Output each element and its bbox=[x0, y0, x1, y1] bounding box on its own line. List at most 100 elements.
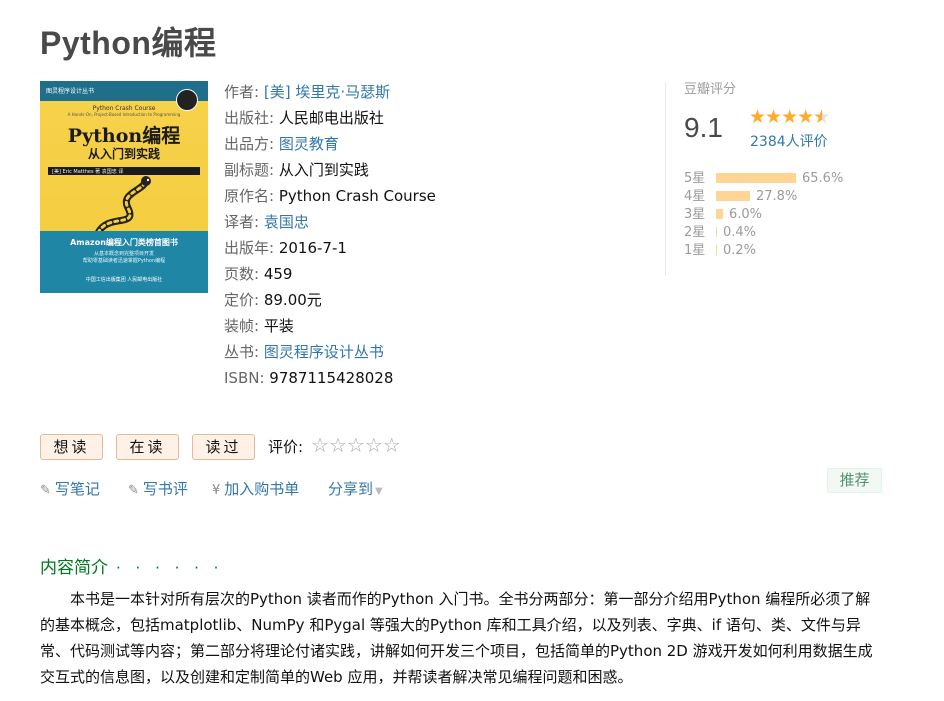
info-value: 9787115428028 bbox=[269, 369, 394, 387]
info-label: 装帧: bbox=[224, 317, 260, 335]
rating-row-1[interactable]: 1星 0.2% bbox=[684, 242, 843, 260]
cover-en-subtitle: A Hands-On, Project-Based Introduction t… bbox=[67, 112, 181, 117]
cover-promo-sub2: 帮助零基础读者迅速掌握Python编程 bbox=[82, 258, 166, 264]
rating-bar bbox=[716, 172, 796, 183]
share-label: 分享到 bbox=[328, 480, 374, 498]
rating-score: 9.1 bbox=[684, 112, 723, 143]
producer-link[interactable]: 图灵教育 bbox=[279, 135, 339, 153]
info-subtitle-row: 副标题: 从入门到实践 bbox=[224, 157, 436, 183]
rating-title: 豆瓣评分 bbox=[684, 82, 737, 97]
cover-en-title: Python Crash Course bbox=[92, 105, 156, 112]
cover-cn-title: Python编程 bbox=[67, 125, 181, 147]
info-value: 459 bbox=[263, 265, 293, 283]
cover-promo-sub: 从基本概念到完整项目开发 帮助零基础读者迅速掌握Python编程 bbox=[40, 251, 208, 265]
rating-bar bbox=[716, 226, 717, 237]
share-link[interactable]: 分享到 ▼ bbox=[328, 478, 383, 499]
rating-row-pct: 6.0% bbox=[729, 207, 763, 222]
eval-star-icon[interactable]: ☆ bbox=[329, 433, 347, 457]
book-info: 作者: [美] 埃里克·马瑟斯 出版社: 人民邮电出版社 出品方: 图灵教育 副… bbox=[224, 79, 436, 391]
intro-dots: · · · · · · bbox=[116, 559, 224, 577]
rating-row-label: 1星 bbox=[684, 243, 706, 258]
rating-row-label: 4星 bbox=[684, 189, 706, 204]
info-price-row: 定价: 89.00元 bbox=[224, 287, 436, 313]
info-publisher-row: 出版社: 人民邮电出版社 bbox=[224, 105, 436, 131]
info-label: 副标题: bbox=[224, 161, 275, 179]
pencil-icon: ✎ bbox=[128, 483, 139, 498]
rating-row-pct: 27.8% bbox=[756, 189, 798, 204]
info-label: 出版年: bbox=[224, 239, 275, 257]
info-value: 平装 bbox=[263, 317, 294, 335]
rating-row-2[interactable]: 2星 0.4% bbox=[684, 224, 843, 242]
info-value: 89.00元 bbox=[263, 291, 322, 309]
rating-row-pct: 0.4% bbox=[723, 225, 757, 240]
info-year-row: 出版年: 2016-7-1 bbox=[224, 235, 436, 261]
info-value: 人民邮电出版社 bbox=[278, 109, 384, 127]
info-label: 译者: bbox=[224, 213, 260, 231]
rating-row-3[interactable]: 3星 6.0% bbox=[684, 206, 843, 224]
info-label: 出版社: bbox=[224, 109, 275, 127]
cover-cn-subtitle: 从入门到实践 bbox=[87, 147, 160, 161]
rating-bar bbox=[716, 190, 750, 201]
info-translator-row: 译者: 袁国忠 bbox=[224, 209, 436, 235]
recommend-button[interactable]: 推荐 bbox=[827, 468, 882, 493]
eval-label: 评价: bbox=[268, 438, 304, 456]
write-note-link[interactable]: ✎ 写笔记 bbox=[40, 478, 100, 499]
info-value: Python Crash Course bbox=[278, 187, 436, 205]
read-button[interactable]: 读过 bbox=[192, 434, 255, 460]
info-value: 从入门到实践 bbox=[278, 161, 369, 179]
eval-star-icon[interactable]: ☆ bbox=[383, 433, 401, 457]
info-label: 作者: bbox=[224, 83, 260, 101]
author-link[interactable]: [美] 埃里克·马瑟斯 bbox=[264, 83, 390, 101]
intro-heading-label: 内容简介 bbox=[40, 558, 108, 578]
eval-stars: ☆☆☆☆☆ bbox=[311, 433, 401, 457]
info-binding-row: 装帧: 平装 bbox=[224, 313, 436, 339]
info-label: 丛书: bbox=[224, 343, 260, 361]
rating-row-label: 3星 bbox=[684, 207, 706, 222]
rating-divider bbox=[665, 82, 666, 276]
cover-promo-sub1: 从基本概念到完整项目开发 bbox=[93, 251, 154, 257]
cover-publisher-tag: 图灵程序设计丛书 bbox=[46, 88, 95, 95]
info-label: 页数: bbox=[224, 265, 260, 283]
eval-star-icon[interactable]: ☆ bbox=[365, 433, 383, 457]
rating-distribution: 5星 65.6% 4星 27.8% 3星 6.0% 2星 0.4% 1星 0.2% bbox=[684, 170, 843, 260]
intro-heading: 内容简介 · · · · · · bbox=[40, 553, 223, 578]
write-review-link[interactable]: ✎ 写书评 bbox=[128, 478, 188, 499]
info-label: 定价: bbox=[224, 291, 260, 309]
info-producer-row: 出品方: 图灵教育 bbox=[224, 131, 436, 157]
rating-row-pct: 65.6% bbox=[802, 171, 844, 186]
eval-star-icon[interactable]: ☆ bbox=[347, 433, 365, 457]
rating-stars-icon: ★★★★★ ★ bbox=[749, 106, 830, 128]
cover-logos: 中国工信出版集团 人民邮电出版社 bbox=[85, 277, 163, 283]
intro-text: 本书是一本针对所有层次的Python 读者而作的Python 入门书。全书分两部… bbox=[40, 590, 873, 686]
info-value: 2016-7-1 bbox=[278, 239, 347, 257]
info-pages-row: 页数: 459 bbox=[224, 261, 436, 287]
write-note-label: 写笔记 bbox=[54, 480, 100, 498]
rating-bar bbox=[716, 208, 723, 219]
series-link[interactable]: 图灵程序设计丛书 bbox=[264, 343, 384, 361]
write-review-label: 写书评 bbox=[142, 480, 188, 498]
translator-link[interactable]: 袁国忠 bbox=[264, 213, 309, 231]
rating-bar bbox=[716, 244, 717, 255]
rating-row-4[interactable]: 4星 27.8% bbox=[684, 188, 843, 206]
reading-button[interactable]: 在读 bbox=[116, 434, 179, 460]
rating-row-label: 5星 bbox=[684, 171, 706, 186]
book-cover-image[interactable]: 图灵程序设计丛书 Python Crash Course A Hands-On,… bbox=[40, 81, 208, 293]
caret-down-icon: ▼ bbox=[375, 486, 383, 497]
info-series-row: 丛书: 图灵程序设计丛书 bbox=[224, 339, 436, 365]
info-label: 出品方: bbox=[224, 135, 275, 153]
info-author-row: 作者: [美] 埃里克·马瑟斯 bbox=[224, 79, 436, 105]
eval-star-icon[interactable]: ☆ bbox=[311, 433, 329, 457]
info-original-row: 原作名: Python Crash Course bbox=[224, 183, 436, 209]
info-label: 原作名: bbox=[224, 187, 275, 205]
rating-row-pct: 0.2% bbox=[723, 243, 757, 258]
cover-promo: Amazon编程入门类榜首图书 bbox=[70, 238, 178, 247]
rating-count-link[interactable]: 2384人评价 bbox=[750, 131, 828, 151]
rating-row-label: 2星 bbox=[684, 225, 706, 240]
want-read-button[interactable]: 想读 bbox=[40, 434, 103, 460]
add-cart-link[interactable]: ¥ 加入购书单 bbox=[212, 478, 299, 499]
pencil-icon: ✎ bbox=[40, 483, 51, 498]
info-label: ISBN: bbox=[224, 369, 265, 387]
yen-icon: ¥ bbox=[212, 483, 221, 498]
add-cart-label: 加入购书单 bbox=[224, 480, 300, 498]
rating-row-5[interactable]: 5星 65.6% bbox=[684, 170, 843, 188]
